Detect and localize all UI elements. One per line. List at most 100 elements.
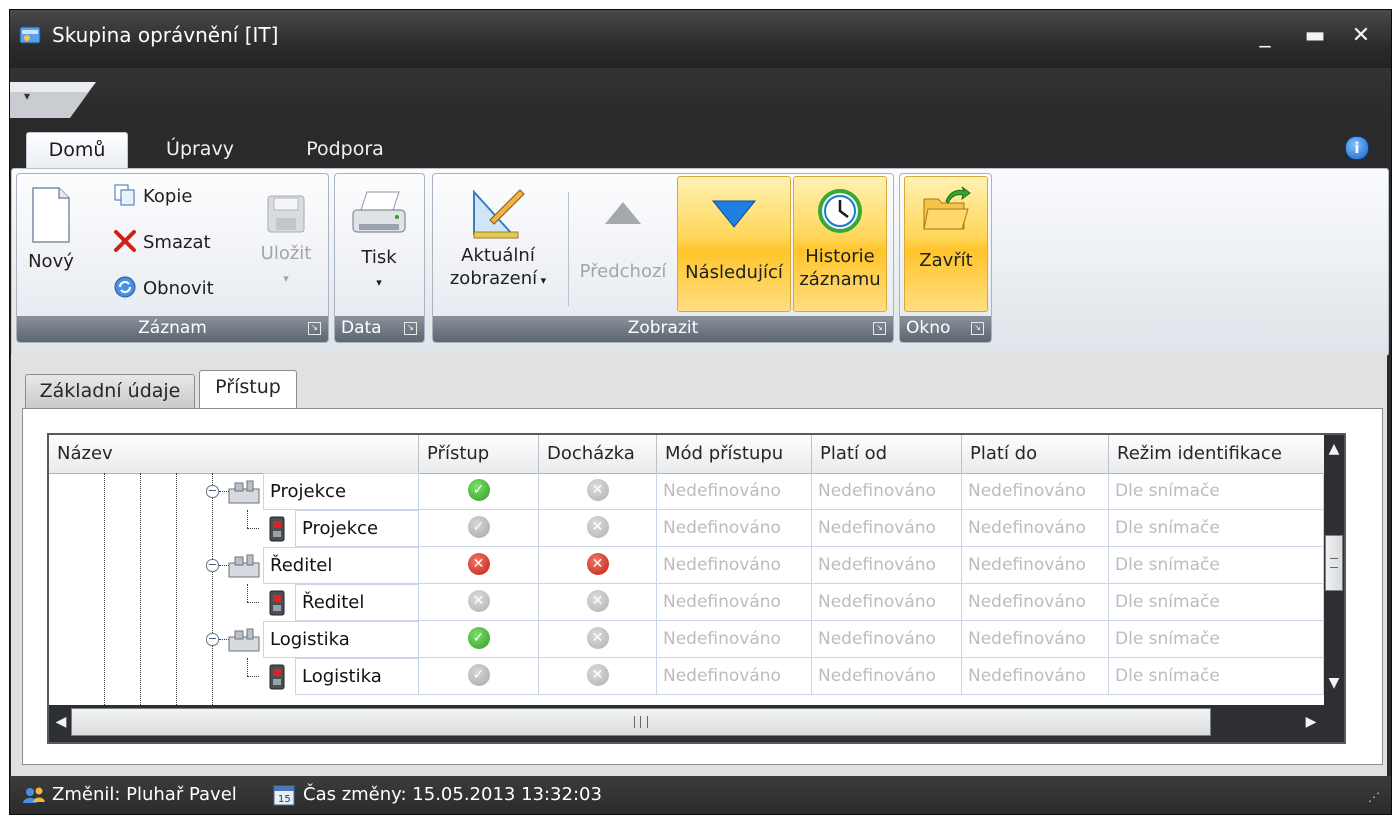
close-record-button[interactable]: Zavřít: [904, 176, 988, 312]
plati-do-cell[interactable]: Nedefinováno: [962, 473, 1109, 510]
rezim-cell[interactable]: Dle snímače: [1109, 547, 1324, 584]
table-row[interactable]: − Ředitel ✕ ✕ Nedefinováno Nedefinováno …: [49, 547, 1324, 584]
plati-od-cell[interactable]: Nedefinováno: [812, 621, 962, 658]
new-button[interactable]: Nový: [21, 180, 81, 310]
collapse-icon[interactable]: −: [206, 485, 219, 498]
tab-podpora[interactable]: Podpora: [290, 132, 400, 168]
check-icon: ✓: [467, 479, 490, 501]
table-row[interactable]: Logistika ✓ ✕ Nedefinováno Nedefinováno …: [49, 658, 1324, 695]
cross-icon: ✕: [586, 553, 609, 575]
dochazka-cell[interactable]: ✕: [539, 621, 657, 658]
vertical-scroll-thumb[interactable]: [1325, 535, 1343, 591]
plati-od-cell[interactable]: Nedefinováno: [812, 547, 962, 584]
plati-od-cell[interactable]: Nedefinováno: [812, 584, 962, 621]
mod-cell[interactable]: Nedefinováno: [657, 584, 812, 621]
tab-domu[interactable]: Domů: [26, 132, 128, 169]
history-button[interactable]: Historie záznamu: [793, 176, 887, 312]
pristup-cell[interactable]: ✓: [419, 510, 539, 547]
save-button[interactable]: Uložit ▾: [251, 180, 321, 310]
column-header-plati-do[interactable]: Platí do: [962, 435, 1109, 473]
next-button[interactable]: Následující: [677, 176, 791, 312]
scroll-left-icon[interactable]: ◀: [53, 714, 69, 730]
plati-od-cell[interactable]: Nedefinováno: [812, 658, 962, 695]
horizontal-scrollbar[interactable]: ◀ ▶: [49, 705, 1324, 742]
rezim-cell[interactable]: Dle snímače: [1109, 584, 1324, 621]
pristup-cell[interactable]: ✕: [419, 547, 539, 584]
pristup-cell[interactable]: ✓: [419, 621, 539, 658]
dochazka-cell[interactable]: ✕: [539, 473, 657, 510]
tab-pristup[interactable]: Přístup: [199, 370, 297, 409]
plati-od-cell[interactable]: Nedefinováno: [812, 473, 962, 510]
copy-button[interactable]: Kopie: [113, 182, 192, 212]
ribbon-panel: Nový Kopie Smazat Obnovit Uložit ▾ Zázna…: [11, 168, 1389, 356]
table-row[interactable]: − Logistika ✓ ✕ Nedefinováno Nedefinován…: [49, 621, 1324, 658]
dochazka-cell[interactable]: ✕: [539, 584, 657, 621]
rezim-cell[interactable]: Dle snímače: [1109, 510, 1324, 547]
group-zaznam-footer: Záznam ↘: [17, 316, 328, 342]
dialog-launcher-icon[interactable]: ↘: [404, 322, 417, 335]
status-bar: Změnil: Pluhař Pavel 15 Čas změny: 15.05…: [10, 776, 1391, 814]
plati-do-cell[interactable]: Nedefinováno: [962, 510, 1109, 547]
pristup-cell[interactable]: ✕: [419, 584, 539, 621]
plati-do-cell[interactable]: Nedefinováno: [962, 547, 1109, 584]
previous-label: Předchozí: [579, 261, 667, 282]
plati-od-cell[interactable]: Nedefinováno: [812, 510, 962, 547]
group-zobrazit-label: Zobrazit: [627, 318, 699, 338]
plati-do-cell[interactable]: Nedefinováno: [962, 621, 1109, 658]
dialog-launcher-icon[interactable]: ↘: [873, 322, 886, 335]
table-row[interactable]: Ředitel ✕ ✕ Nedefinováno Nedefinováno Ne…: [49, 584, 1324, 621]
print-button[interactable]: Tisk ▾: [339, 180, 419, 310]
column-header-plati-od[interactable]: Platí od: [812, 435, 962, 473]
rezim-cell[interactable]: Dle snímače: [1109, 473, 1324, 510]
refresh-button[interactable]: Obnovit: [113, 274, 214, 304]
resize-grip-icon[interactable]: ⋰: [1368, 790, 1380, 804]
scroll-down-icon[interactable]: ▼: [1324, 675, 1344, 691]
dochazka-cell[interactable]: ✕: [539, 510, 657, 547]
table-row[interactable]: Projekce ✓ ✕ Nedefinováno Nedefinováno N…: [49, 510, 1324, 547]
tab-zakladni-udaje[interactable]: Základní údaje: [25, 374, 195, 409]
svg-text:15: 15: [278, 794, 291, 805]
plati-do-cell[interactable]: Nedefinováno: [962, 584, 1109, 621]
rezim-cell[interactable]: Dle snímače: [1109, 658, 1324, 695]
history-clock-icon: [818, 189, 862, 233]
delete-button[interactable]: Smazat: [113, 228, 211, 258]
dochazka-cell[interactable]: ✕: [539, 658, 657, 695]
mod-cell[interactable]: Nedefinováno: [657, 547, 812, 584]
row-name: Ředitel: [263, 547, 419, 584]
info-icon[interactable]: i: [1345, 136, 1369, 160]
dialog-launcher-icon[interactable]: ↘: [308, 322, 321, 335]
plati-do-cell[interactable]: Nedefinováno: [962, 658, 1109, 695]
pristup-cell[interactable]: ✓: [419, 658, 539, 695]
rezim-cell[interactable]: Dle snímače: [1109, 621, 1324, 658]
mod-cell[interactable]: Nedefinováno: [657, 473, 812, 510]
vertical-scrollbar[interactable]: ▲ ▼: [1324, 435, 1344, 705]
column-header-pristup[interactable]: Přístup: [419, 435, 539, 473]
mod-cell[interactable]: Nedefinováno: [657, 510, 812, 547]
mod-cell[interactable]: Nedefinováno: [657, 621, 812, 658]
new-document-icon: [32, 187, 70, 243]
tab-upravy[interactable]: Úpravy: [150, 132, 250, 168]
column-header-dochazka[interactable]: Docházka: [539, 435, 657, 473]
dochazka-cell[interactable]: ✕: [539, 547, 657, 584]
table-row[interactable]: − Projekce ✓ ✕ Nedefinováno Nedefinováno…: [49, 473, 1324, 510]
close-icon[interactable]: ✕: [1344, 22, 1378, 50]
minimize-icon[interactable]: _: [1248, 22, 1282, 50]
card-reader-icon: [269, 590, 285, 616]
pristup-cell[interactable]: ✓: [419, 473, 539, 510]
scroll-up-icon[interactable]: ▲: [1324, 441, 1344, 457]
previous-button[interactable]: Předchozí: [573, 180, 673, 312]
column-header-nazev[interactable]: Název: [49, 435, 419, 473]
maximize-icon[interactable]: ▬: [1298, 22, 1332, 50]
scroll-right-icon[interactable]: ▶: [1303, 714, 1319, 730]
cross-icon: ✕: [467, 553, 490, 575]
collapse-icon[interactable]: −: [206, 559, 219, 572]
collapse-icon[interactable]: −: [206, 633, 219, 646]
horizontal-scroll-thumb[interactable]: [71, 708, 1211, 736]
column-header-mod-pristupu[interactable]: Mód přístupu: [657, 435, 812, 473]
quick-access-button[interactable]: ▾: [10, 68, 96, 118]
column-header-rezim-identifikace[interactable]: Režim identifikace: [1109, 435, 1324, 473]
changed-at-text: Čas změny: 15.05.2013 13:32:03: [303, 784, 602, 805]
dialog-launcher-icon[interactable]: ↘: [971, 322, 984, 335]
mod-cell[interactable]: Nedefinováno: [657, 658, 812, 695]
current-view-button[interactable]: Aktuální zobrazení ▾: [439, 180, 557, 312]
